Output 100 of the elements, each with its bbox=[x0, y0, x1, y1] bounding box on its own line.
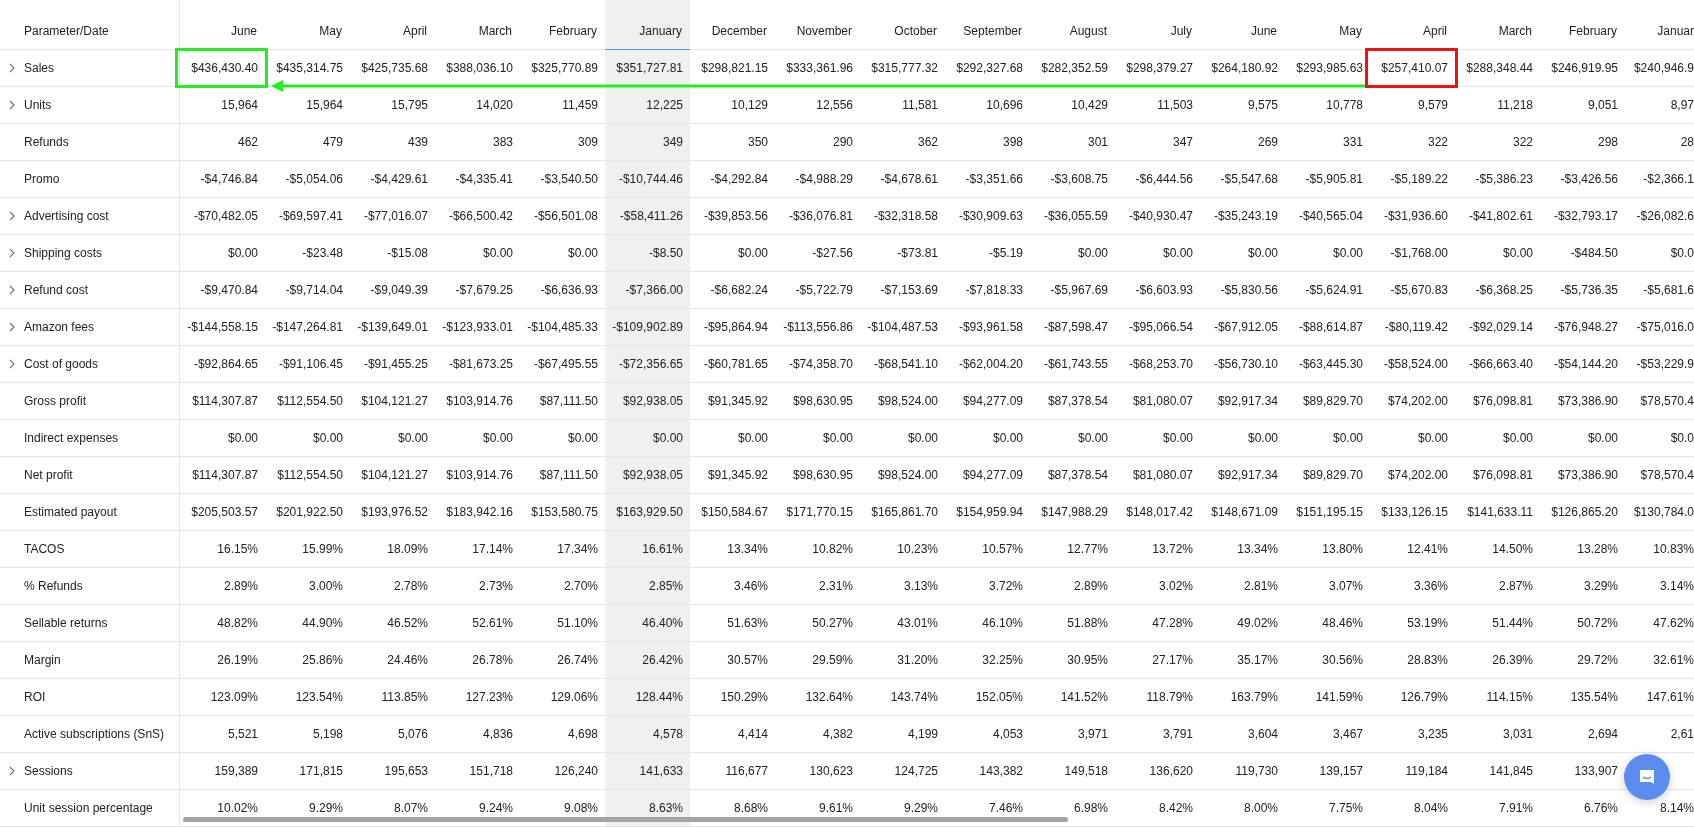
column-header[interactable]: September bbox=[945, 0, 1030, 50]
table-cell: 9,575 bbox=[1200, 87, 1285, 124]
table-cell: 141,633 bbox=[605, 753, 690, 790]
table-cell: 130,623 bbox=[775, 753, 860, 790]
column-header[interactable]: December bbox=[690, 0, 775, 50]
table-cell: 17.14% bbox=[435, 531, 520, 568]
table-cell: 25.86% bbox=[265, 642, 350, 679]
table-cell: -$35,243.19 bbox=[1200, 198, 1285, 235]
table-cell: 12,556 bbox=[775, 87, 860, 124]
column-header[interactable]: June bbox=[180, 0, 265, 50]
table-cell: 13.28% bbox=[1540, 531, 1625, 568]
column-header[interactable]: October bbox=[860, 0, 945, 50]
column-header[interactable]: May bbox=[1285, 0, 1370, 50]
table-cell: $193,976.52 bbox=[350, 494, 435, 531]
table-cell: $0.00 bbox=[1200, 420, 1285, 457]
row-label: Sales bbox=[24, 61, 55, 75]
table-cell: -$10,744.46 bbox=[605, 161, 690, 198]
table-cell: 5,076 bbox=[350, 716, 435, 753]
table-cell: -$40,565.04 bbox=[1285, 198, 1370, 235]
column-header[interactable]: March bbox=[1455, 0, 1540, 50]
table-cell: 29.59% bbox=[775, 642, 860, 679]
row-label: Net profit bbox=[24, 468, 73, 482]
row-label: Advertising cost bbox=[24, 209, 109, 223]
table-cell: $0.0 bbox=[1625, 235, 1694, 272]
table-cell: 7.91% bbox=[1455, 790, 1540, 827]
chevron-icon[interactable] bbox=[8, 248, 16, 258]
chevron-icon[interactable] bbox=[8, 100, 16, 110]
table-cell: -$7,153.69 bbox=[860, 272, 945, 309]
column-header[interactable]: January bbox=[605, 0, 690, 50]
chevron-icon[interactable] bbox=[8, 211, 16, 221]
table-cell: $81,080.07 bbox=[1115, 383, 1200, 420]
table-cell: 114.15% bbox=[1455, 679, 1540, 716]
table-cell: 15,795 bbox=[350, 87, 435, 124]
table-cell: -$39,853.56 bbox=[690, 198, 775, 235]
table-cell: -$3,351.66 bbox=[945, 161, 1030, 198]
chevron-icon[interactable] bbox=[8, 63, 16, 73]
column-header[interactable]: April bbox=[350, 0, 435, 50]
chevron-icon[interactable] bbox=[8, 322, 16, 332]
table-cell: 13.72% bbox=[1115, 531, 1200, 568]
table-cell: $0.00 bbox=[1455, 420, 1540, 457]
table-cell: 439 bbox=[350, 124, 435, 161]
column-header[interactable]: February bbox=[1540, 0, 1625, 50]
column-header[interactable]: Januar bbox=[1625, 0, 1694, 50]
table-cell: -$5,547.68 bbox=[1200, 161, 1285, 198]
table-cell: 3,971 bbox=[1030, 716, 1115, 753]
table-cell: $293,985.63 bbox=[1285, 50, 1370, 87]
table-cell: $148,671.09 bbox=[1200, 494, 1285, 531]
table-cell: -$1,768.00 bbox=[1370, 235, 1455, 272]
table-cell: 150.29% bbox=[690, 679, 775, 716]
table-cell: 136,620 bbox=[1115, 753, 1200, 790]
table-cell: 2,61 bbox=[1625, 716, 1694, 753]
table-cell: $288,348.44 bbox=[1455, 50, 1540, 87]
table-cell: -$75,016.0 bbox=[1625, 309, 1694, 346]
row-label: Promo bbox=[24, 172, 60, 186]
table-cell: -$4,678.61 bbox=[860, 161, 945, 198]
table-cell: -$41,802.61 bbox=[1455, 198, 1540, 235]
chevron-icon[interactable] bbox=[8, 359, 16, 369]
column-header[interactable]: June bbox=[1200, 0, 1285, 50]
column-header[interactable]: July bbox=[1115, 0, 1200, 50]
chevron-icon[interactable] bbox=[8, 285, 16, 295]
table-cell: 9,051 bbox=[1540, 87, 1625, 124]
table-cell: $0.00 bbox=[1370, 420, 1455, 457]
table-cell: 3,604 bbox=[1200, 716, 1285, 753]
chevron-icon[interactable] bbox=[8, 766, 16, 776]
table-cell: 2.81% bbox=[1200, 568, 1285, 605]
table-cell: $92,917.34 bbox=[1200, 457, 1285, 494]
chat-button[interactable] bbox=[1624, 754, 1670, 800]
column-header[interactable]: March bbox=[435, 0, 520, 50]
table-cell: 29.72% bbox=[1540, 642, 1625, 679]
table-cell: 4,382 bbox=[775, 716, 860, 753]
table-cell: $94,277.09 bbox=[945, 383, 1030, 420]
table-cell: -$5,681.6 bbox=[1625, 272, 1694, 309]
table-cell: $112,554.50 bbox=[265, 457, 350, 494]
table-cell: 152.05% bbox=[945, 679, 1030, 716]
table-cell: $205,503.57 bbox=[180, 494, 265, 531]
column-header[interactable]: November bbox=[775, 0, 860, 50]
table-cell: -$5,189.22 bbox=[1370, 161, 1455, 198]
table-cell: -$91,455.25 bbox=[350, 346, 435, 383]
table-cell: 30.57% bbox=[690, 642, 775, 679]
column-header[interactable]: April bbox=[1370, 0, 1455, 50]
table-cell: 50.27% bbox=[775, 605, 860, 642]
table-cell: $351,727.81 bbox=[605, 50, 690, 87]
table-cell: $104,121.27 bbox=[350, 457, 435, 494]
table-cell: -$56,730.10 bbox=[1200, 346, 1285, 383]
column-header[interactable]: May bbox=[265, 0, 350, 50]
row-label: Sellable returns bbox=[24, 616, 108, 630]
table-cell: 2.89% bbox=[180, 568, 265, 605]
table-cell: 151,718 bbox=[435, 753, 520, 790]
table-cell: $282,352.59 bbox=[1030, 50, 1115, 87]
table-cell: 30.95% bbox=[1030, 642, 1115, 679]
table-cell: 269 bbox=[1200, 124, 1285, 161]
table-cell: -$95,066.54 bbox=[1115, 309, 1200, 346]
table-cell: 13.34% bbox=[690, 531, 775, 568]
table-cell: $147,988.29 bbox=[1030, 494, 1115, 531]
table-cell: 4,414 bbox=[690, 716, 775, 753]
scrollbar[interactable] bbox=[183, 817, 1068, 822]
table-cell: -$92,864.65 bbox=[180, 346, 265, 383]
column-header[interactable]: August bbox=[1030, 0, 1115, 50]
table-cell: 113.85% bbox=[350, 679, 435, 716]
table-cell: 15.99% bbox=[265, 531, 350, 568]
